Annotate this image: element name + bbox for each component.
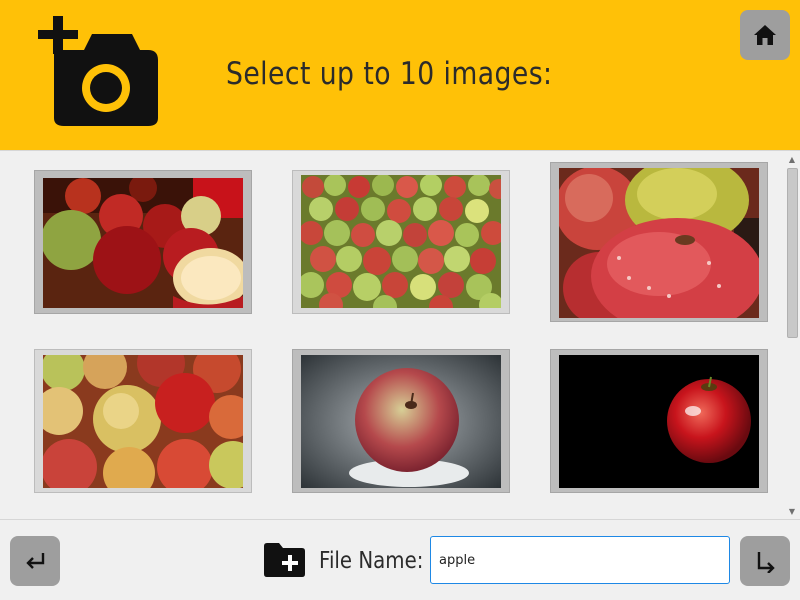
image-thumbnail[interactable] [292,349,510,493]
home-icon [754,25,776,45]
file-name-input[interactable] [430,536,730,584]
scroll-down-arrow-icon[interactable]: ▼ [784,503,800,519]
image-thumbnail[interactable] [34,349,252,493]
apple-photo [43,178,243,308]
file-name-label: File Name: [319,548,424,574]
image-thumbnail[interactable] [292,170,510,314]
page-title: Select up to 10 images: [226,56,553,92]
image-thumbnail[interactable] [34,170,252,314]
apple-photo [301,355,501,488]
home-button[interactable] [740,10,790,60]
add-photo-camera-icon [38,16,158,126]
image-thumbnail[interactable] [550,162,768,322]
header-bar: Select up to 10 images: [0,0,800,150]
image-thumbnail[interactable] [550,349,768,493]
apple-photo [43,355,243,488]
apple-photo [301,175,501,308]
scroll-up-arrow-icon[interactable]: ▲ [784,151,800,167]
apple-photo [559,168,759,318]
return-right-icon [757,552,775,573]
add-folder-icon [264,543,305,577]
gallery-scrollbar[interactable]: ▲ ▼ [784,151,800,519]
footer-bar: File Name: [0,520,800,600]
image-gallery[interactable]: ▲ ▼ [0,150,800,520]
confirm-button[interactable] [740,536,790,586]
scrollbar-thumb[interactable] [787,168,798,338]
back-button[interactable] [10,536,60,586]
return-left-icon [26,553,45,569]
apple-photo [559,355,759,488]
